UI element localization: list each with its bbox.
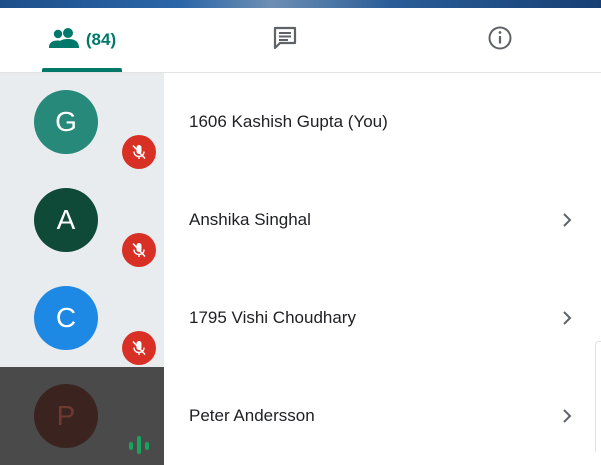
participant-name: Peter Andersson xyxy=(189,406,315,425)
participant-row[interactable]: C 1795 Vishi Choudhary xyxy=(0,269,601,367)
mic-off-icon xyxy=(122,135,156,169)
tab-bar: (84) xyxy=(0,8,601,73)
tab-people[interactable]: (84) xyxy=(0,8,164,72)
video-strip xyxy=(0,0,601,8)
people-icon xyxy=(48,27,80,54)
participant-name: Anshika Singhal xyxy=(189,210,311,229)
participant-row[interactable]: A Anshika Singhal xyxy=(0,171,601,269)
avatar-column: A xyxy=(0,171,164,269)
avatar: G xyxy=(34,90,98,154)
participant-row[interactable]: P Peter Andersson xyxy=(0,367,601,465)
chevron-right-icon[interactable] xyxy=(556,306,578,330)
participant-name: 1606 Kashish Gupta (You) xyxy=(189,112,388,131)
audio-level-icon xyxy=(124,432,154,458)
chat-icon xyxy=(272,25,298,56)
mic-off-icon xyxy=(122,331,156,365)
avatar-column: C xyxy=(0,269,164,367)
tab-chat[interactable] xyxy=(200,8,370,72)
participant-list: G 1606 Kashish Gupta (You) A Anshika Sin… xyxy=(0,73,601,465)
avatar-column: P xyxy=(0,367,164,465)
info-icon xyxy=(487,25,513,56)
mic-off-icon xyxy=(122,233,156,267)
avatar: P xyxy=(34,384,98,448)
chevron-right-icon[interactable] xyxy=(556,404,578,428)
avatar: A xyxy=(34,188,98,252)
chevron-right-icon[interactable] xyxy=(556,208,578,232)
participant-count: (84) xyxy=(85,30,117,49)
tab-info[interactable] xyxy=(430,8,570,72)
participant-name: 1795 Vishi Choudhary xyxy=(189,308,356,327)
avatar: C xyxy=(34,286,98,350)
scrollbar-track[interactable] xyxy=(595,341,601,452)
active-tab-indicator xyxy=(42,68,122,72)
participant-row[interactable]: G 1606 Kashish Gupta (You) xyxy=(0,73,601,171)
avatar-column: G xyxy=(0,73,164,171)
